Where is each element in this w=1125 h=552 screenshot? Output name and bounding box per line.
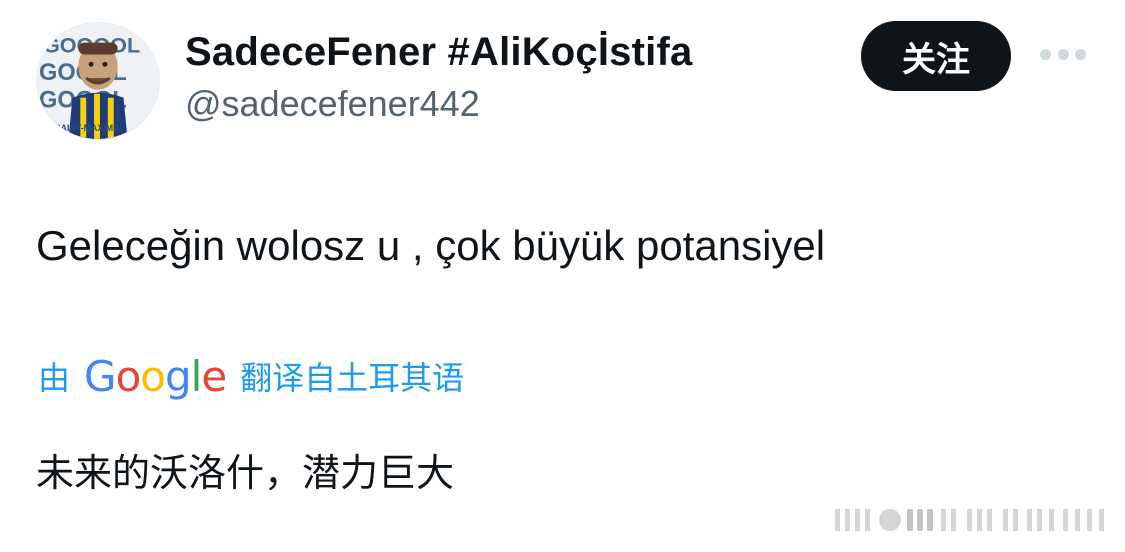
avatar-image: GOOOOL GOOOL GOOOL SAINT-MAXIMIN (37, 23, 159, 139)
translated-text: 未来的沃洛什，潜力巨大 (36, 451, 455, 495)
translation-by-label: 由 (38, 359, 71, 397)
author-handle[interactable]: @sadecefener442 (185, 83, 480, 125)
translation-attribution[interactable]: 由 Google 翻译自土耳其语 (38, 350, 464, 402)
avatar-caption: SAINT-MAXIMIN (55, 123, 122, 133)
follow-button[interactable]: 关注 (861, 21, 1011, 91)
more-dot (1075, 48, 1086, 60)
avatar[interactable]: GOOOOL GOOOL GOOOL SAINT-MAXIMIN (36, 22, 160, 140)
more-dot (1040, 48, 1051, 60)
tweet-text: Geleceğin wolosz u , çok büyük potansiye… (36, 222, 826, 269)
more-icon[interactable] (1040, 42, 1086, 66)
more-dot (1057, 48, 1069, 60)
translation-source-label[interactable]: 翻译自土耳其语 (240, 353, 464, 399)
google-logo: Google (84, 351, 227, 401)
author-display-name[interactable]: SadeceFener #AliKoçİstifa (185, 30, 692, 75)
watermark-pattern (835, 509, 1104, 531)
